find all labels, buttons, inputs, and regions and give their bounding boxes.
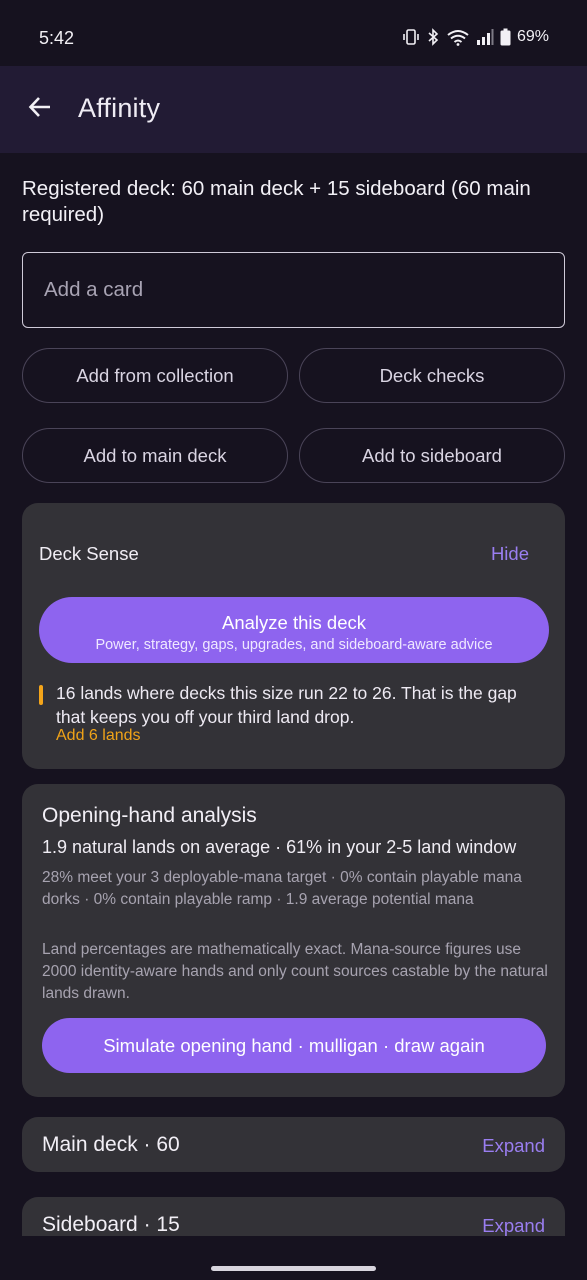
signal-icon xyxy=(476,28,494,46)
opening-hand-detail: 28% meet your 3 deployable-mana target ·… xyxy=(42,869,522,908)
simulate-opening-hand-button[interactable]: Simulate opening hand · mulligan · draw … xyxy=(42,1018,546,1073)
wifi-icon xyxy=(446,28,470,46)
status-time: 5:42 xyxy=(39,28,75,48)
status-bar: 5:42 69% xyxy=(0,0,587,66)
battery-icon xyxy=(500,28,511,46)
deck-checks-button[interactable]: Deck checks xyxy=(299,348,565,403)
deck-sense-card: Deck Sense Hide Analyze this deck Power,… xyxy=(22,503,565,769)
arrow-back-icon xyxy=(27,94,53,125)
page-title: Affinity xyxy=(78,93,161,123)
add-card-input[interactable] xyxy=(23,253,564,327)
analyze-button-label: Analyze this deck xyxy=(222,612,366,633)
analyze-deck-button[interactable]: Analyze this deck Power, strategy, gaps,… xyxy=(39,597,549,663)
app-bar: Affinity xyxy=(0,66,587,153)
opening-hand-note: Land percentages are mathematically exac… xyxy=(42,941,548,1002)
opening-hand-summary: 1.9 natural lands on average · 61% in yo… xyxy=(42,837,517,857)
add-card-field[interactable] xyxy=(22,252,565,328)
add-to-sideboard-button[interactable]: Add to sideboard xyxy=(299,428,565,483)
opening-hand-title: Opening-hand analysis xyxy=(42,804,257,827)
sideboard-expand-button[interactable]: Expand xyxy=(482,1215,545,1237)
warning-indicator xyxy=(39,685,43,705)
status-icons: 69% xyxy=(402,28,549,46)
add-to-main-deck-button[interactable]: Add to main deck xyxy=(22,428,288,483)
navigation-bar xyxy=(0,1236,587,1280)
back-button[interactable] xyxy=(22,91,58,127)
home-indicator[interactable] xyxy=(211,1266,376,1271)
screen: 5:42 69% Affinity Registered deck: 60 ma… xyxy=(0,0,587,1280)
bluetooth-icon xyxy=(426,28,440,46)
hide-button[interactable]: Hide xyxy=(491,543,529,565)
analyze-button-subtitle: Power, strategy, gaps, upgrades, and sid… xyxy=(95,637,493,653)
add-from-collection-button[interactable]: Add from collection xyxy=(22,348,288,403)
main-deck-expand-button[interactable]: Expand xyxy=(482,1135,545,1157)
add-lands-link[interactable]: Add 6 lands xyxy=(56,727,141,745)
battery-percent: 69% xyxy=(516,28,549,45)
warning-message: 16 lands where decks this size run 22 to… xyxy=(56,683,517,727)
sideboard-title: Sideboard · 15 xyxy=(42,1213,180,1236)
deck-sense-title: Deck Sense xyxy=(39,543,139,564)
registered-deck-summary: Registered deck: 60 main deck + 15 sideb… xyxy=(22,177,531,226)
main-deck-section[interactable]: Main deck · 60 Expand xyxy=(22,1117,565,1172)
opening-hand-card: Opening-hand analysis 1.9 natural lands … xyxy=(22,784,565,1097)
vibrate-icon xyxy=(402,28,420,46)
main-deck-title: Main deck · 60 xyxy=(42,1133,180,1156)
